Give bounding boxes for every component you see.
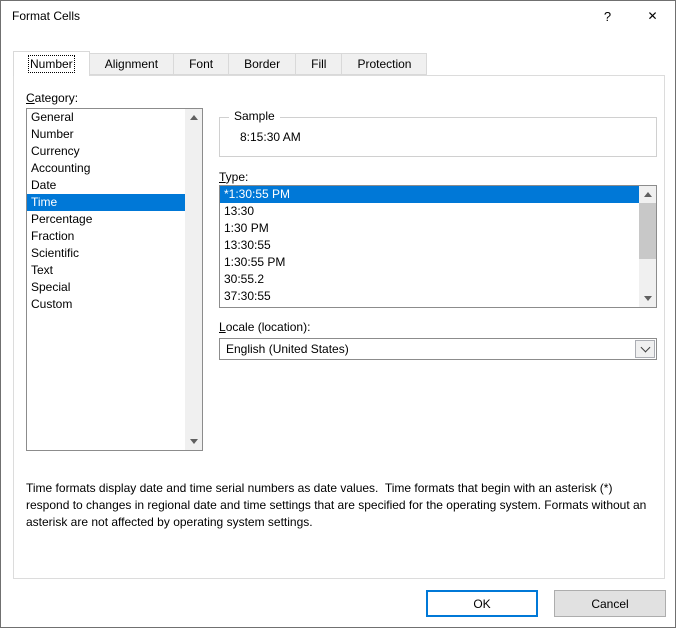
sample-value: 8:15:30 AM: [240, 130, 301, 144]
category-item-text[interactable]: Text: [27, 262, 185, 279]
category-scroll-down-button[interactable]: [185, 433, 202, 450]
help-button[interactable]: ?: [585, 1, 630, 31]
number-tab-panel: Category: General Number Currency Accoun…: [13, 75, 665, 579]
tab-protection-label: Protection: [357, 57, 411, 71]
titlebar-buttons: ? ✕: [585, 1, 675, 31]
locale-selected-value: English (United States): [226, 342, 349, 356]
locale-label: Locale (location):: [219, 320, 310, 334]
category-item-accounting[interactable]: Accounting: [27, 160, 185, 177]
chevron-down-icon: [640, 342, 650, 352]
tab-number[interactable]: Number: [13, 51, 90, 76]
close-button[interactable]: ✕: [630, 1, 675, 31]
category-item-general[interactable]: General: [27, 109, 185, 126]
tab-fill[interactable]: Fill: [295, 53, 342, 75]
locale-combobox[interactable]: English (United States): [219, 338, 657, 360]
category-label: Category:: [26, 91, 78, 105]
type-item[interactable]: *1:30:55 PM: [220, 186, 639, 203]
ok-button[interactable]: OK: [426, 590, 538, 617]
type-item[interactable]: 13:30:55: [220, 237, 639, 254]
titlebar: Format Cells ? ✕: [1, 1, 675, 31]
category-item-time[interactable]: Time: [27, 194, 185, 211]
category-item-special[interactable]: Special: [27, 279, 185, 296]
type-scroll-up-button[interactable]: [639, 186, 656, 203]
type-item[interactable]: 30:55.2: [220, 271, 639, 288]
description-text: Time formats display date and time seria…: [26, 480, 654, 531]
type-scrollbar[interactable]: [639, 186, 656, 307]
sample-group: Sample 8:15:30 AM: [219, 117, 657, 157]
format-cells-dialog: Format Cells ? ✕ Number Alignment Font B…: [0, 0, 676, 628]
type-scrollbar-thumb[interactable]: [639, 203, 656, 259]
category-item-custom[interactable]: Custom: [27, 296, 185, 313]
tab-alignment[interactable]: Alignment: [89, 53, 174, 75]
category-scroll-up-button[interactable]: [185, 109, 202, 126]
help-icon: ?: [604, 9, 611, 24]
chevron-up-icon: [644, 192, 652, 197]
chevron-down-icon: [190, 439, 198, 444]
tab-fill-label: Fill: [311, 57, 326, 71]
type-item[interactable]: 1:30:55 PM: [220, 254, 639, 271]
sample-group-label: Sample: [229, 109, 280, 123]
tab-border-label: Border: [244, 57, 280, 71]
type-list: *1:30:55 PM 13:30 1:30 PM 13:30:55 1:30:…: [219, 185, 657, 308]
chevron-up-icon: [190, 115, 198, 120]
category-item-currency[interactable]: Currency: [27, 143, 185, 160]
type-label: Type:: [219, 170, 248, 184]
tab-number-label: Number: [30, 57, 73, 71]
category-scrollbar[interactable]: [185, 109, 202, 450]
category-items: General Number Currency Accounting Date …: [27, 109, 185, 313]
tab-font[interactable]: Font: [173, 53, 229, 75]
category-list: General Number Currency Accounting Date …: [26, 108, 203, 451]
category-item-fraction[interactable]: Fraction: [27, 228, 185, 245]
category-item-percentage[interactable]: Percentage: [27, 211, 185, 228]
type-item[interactable]: 13:30: [220, 203, 639, 220]
category-item-date[interactable]: Date: [27, 177, 185, 194]
category-item-number[interactable]: Number: [27, 126, 185, 143]
cancel-button[interactable]: Cancel: [554, 590, 666, 617]
type-item[interactable]: 37:30:55: [220, 288, 639, 305]
tab-border[interactable]: Border: [228, 53, 296, 75]
type-items: *1:30:55 PM 13:30 1:30 PM 13:30:55 1:30:…: [220, 186, 639, 305]
window-title: Format Cells: [1, 9, 80, 23]
type-item[interactable]: 1:30 PM: [220, 220, 639, 237]
category-item-scientific[interactable]: Scientific: [27, 245, 185, 262]
tab-protection[interactable]: Protection: [341, 53, 427, 75]
close-icon: ✕: [647, 9, 657, 23]
tab-alignment-label: Alignment: [105, 57, 158, 71]
type-scroll-down-button[interactable]: [639, 290, 656, 307]
tab-font-label: Font: [189, 57, 213, 71]
chevron-down-icon: [644, 296, 652, 301]
locale-dropdown-button[interactable]: [635, 340, 655, 358]
tab-strip: Number Alignment Font Border Fill Protec…: [13, 53, 427, 75]
